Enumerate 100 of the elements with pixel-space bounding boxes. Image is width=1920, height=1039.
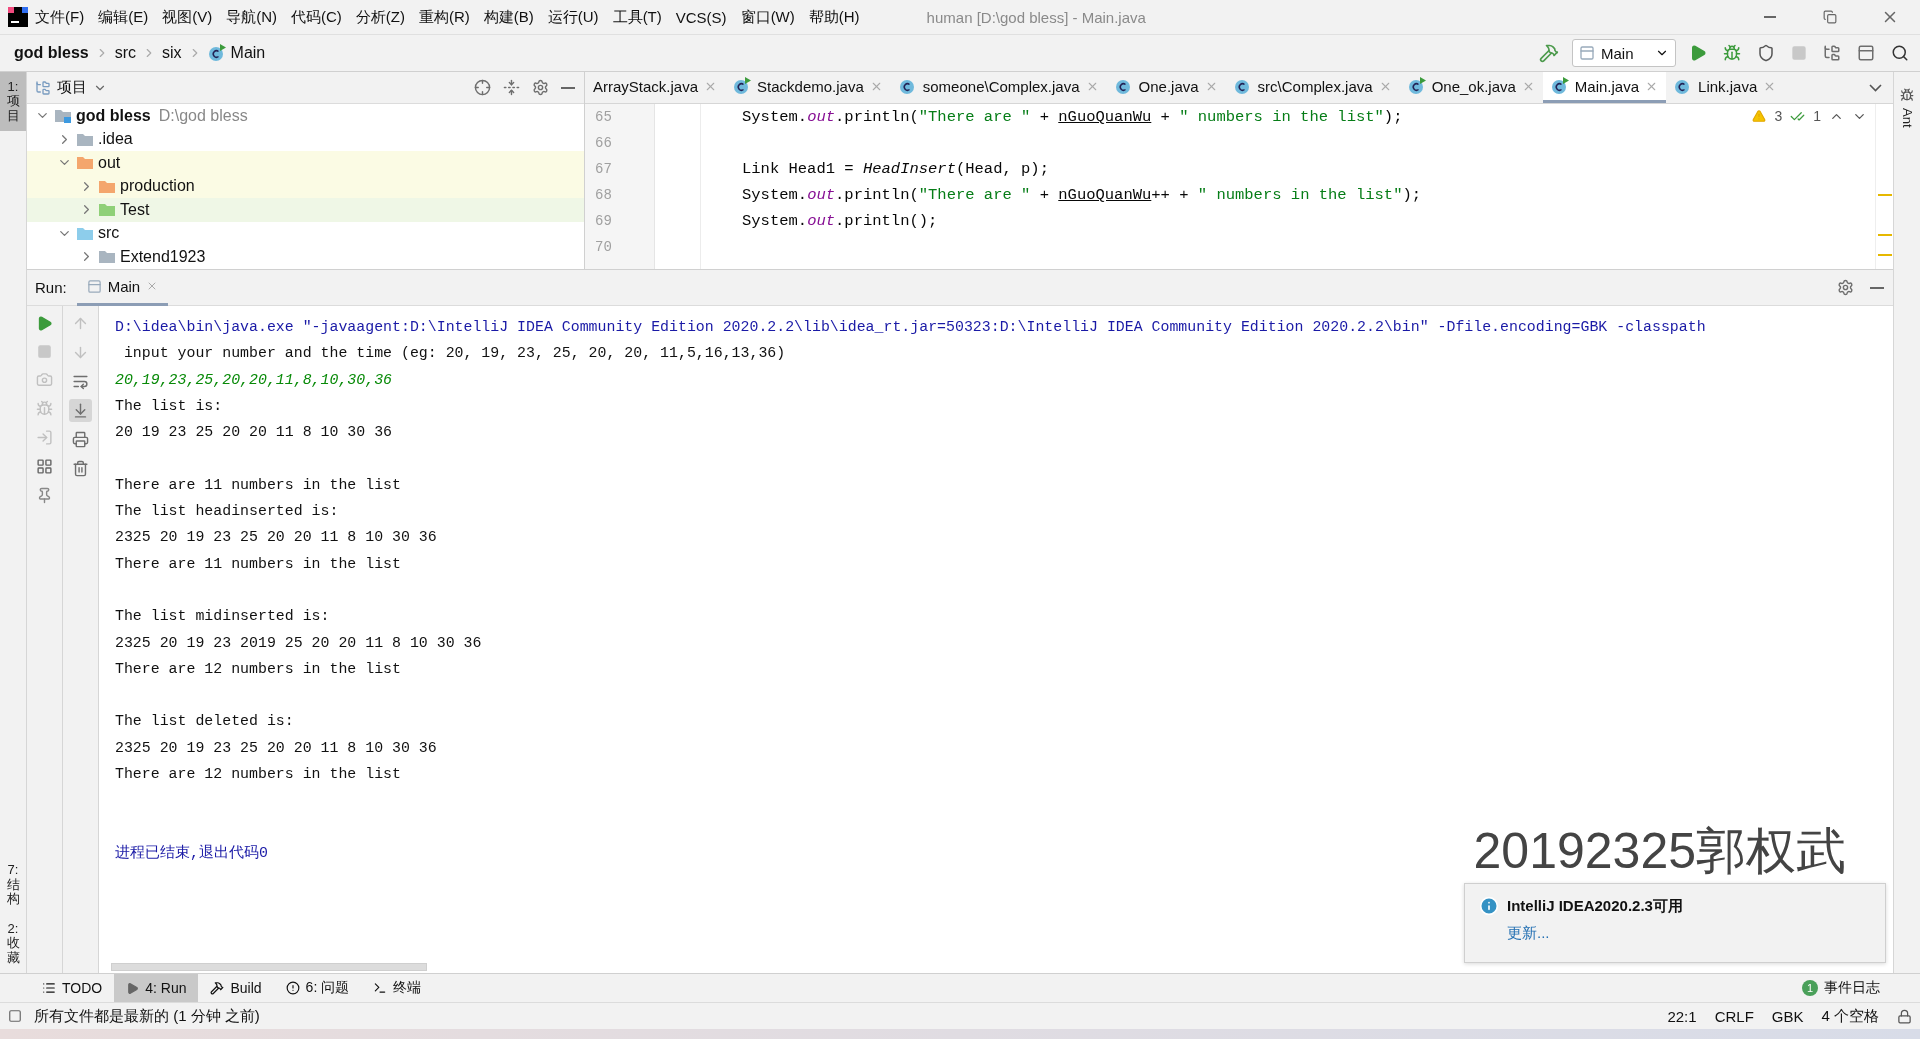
console-line: 20 19 23 25 20 20 11 8 10 30 36 [115,423,392,443]
chevron-down-icon [1869,83,1882,92]
stop-icon [1791,45,1807,61]
console-line: The list is: [115,396,223,416]
tool-window-button[interactable]: Ant [1894,80,1920,136]
minimize-icon [1870,286,1884,289]
collapse-icon [503,79,520,96]
update-link[interactable]: 更新... [1507,924,1871,943]
lock-icon[interactable] [1897,1008,1912,1024]
menu-item[interactable]: 分析(Z) [348,7,412,27]
console-line: There are 12 numbers in the list [115,765,401,785]
window-icon [1579,45,1595,61]
tool-window-button[interactable]: 1: 项目 [0,72,26,131]
class-icon [1233,77,1252,95]
menu-item[interactable]: 窗口(W) [733,7,802,27]
tool-tab[interactable]: 终端 [361,974,434,1002]
menu-item[interactable]: 导航(N) [219,7,284,27]
bug-icon [1723,44,1741,62]
editor-tab[interactable]: Link.java [1666,72,1785,103]
menu-item[interactable]: 构建(B) [476,7,541,27]
info-icon [1479,896,1499,916]
pin-icon [36,487,53,504]
tool-window-button[interactable]: 2: 收藏 [0,914,26,973]
breadcrumb-item[interactable]: src [114,44,136,62]
console-line: There are 12 numbers in the list [115,659,401,679]
tool-tab[interactable]: TODO [30,974,115,1002]
menu-item[interactable]: 文件(F) [28,7,92,27]
line-number: 67 [594,160,613,179]
console-line: D:\idea\bin\java.exe "-javaagent:D:\IntelliJ IDEA Community Edition 2020.2.2\lib\idea_rt.jar=50323:D:\IntelliJ IDEA Community Edition 2020.2.2\bin" -Dfile.encoding=GBK -classpath [115,318,1706,337]
code-line: System.out.println("There are " + nGuoQuanWu++ + " numbers in the list"); [742,185,1422,206]
editor-tab[interactable]: src\Complex.java [1225,72,1400,103]
folder-icon [54,108,72,124]
line-number: 68 [594,186,613,205]
tool-tab[interactable]: Build [198,974,274,1002]
breadcrumb-item[interactable]: Main [207,44,266,62]
tool-tab[interactable]: 6: 问题 [273,974,362,1002]
run-configuration-dropdown[interactable]: Main [1572,39,1676,67]
editor-tab[interactable]: ArrayStack.java [585,72,726,103]
tree-item[interactable]: Test [120,200,150,219]
menu-item[interactable]: 工具(T) [605,7,669,27]
panel-title: Run: [35,279,67,296]
search-icon [1891,44,1909,62]
typo-count[interactable]: 1 [1813,108,1821,124]
folder-icon [98,178,116,194]
menu-item[interactable]: 代码(C) [284,7,349,27]
console-line: 2325 20 19 23 25 20 20 11 8 10 30 36 [115,738,437,758]
editor-tab[interactable]: One.java [1106,72,1226,103]
editor-tab[interactable]: Main.java [1542,72,1667,103]
code-line: System.out.println(); [742,211,938,232]
breadcrumb-item[interactable]: six [162,44,182,62]
folder-icon [98,202,116,218]
scroll-to-end-button[interactable] [69,399,92,422]
event-log-button[interactable]: 1 事件日志 [1796,974,1920,1002]
menu-item[interactable]: 重构(R) [411,7,477,27]
tool-tab[interactable]: 4: Run [114,974,199,1002]
line-separator[interactable]: CRLF [1714,1007,1754,1025]
console-line: The list midinserted is: [115,607,330,627]
breadcrumb-item[interactable]: god bless [14,44,89,62]
code-line: Link Head1 = HeadInsert(Head, p); [742,159,1049,180]
settings-icon [1837,279,1854,296]
project-view-icon [35,79,51,96]
console-line: 2325 20 19 23 2019 25 20 20 11 8 10 30 36 [115,633,482,653]
hammer-icon [1539,43,1559,63]
tree-item[interactable]: production [120,177,195,196]
file-encoding[interactable]: GBK [1771,1007,1804,1025]
run-icon [126,981,140,995]
warning-count[interactable]: 3 [1774,108,1783,124]
tool-window-button[interactable]: 7: 结构 [0,855,26,915]
console-line: The list deleted is: [115,712,294,732]
line-number: 70 [594,238,613,257]
tree-item[interactable]: Extend1923 [120,247,206,266]
editor-tab[interactable]: One_ok.java [1399,72,1543,103]
menu-item[interactable]: 帮助(H) [801,7,867,27]
bug-icon [1900,88,1914,102]
tree-item[interactable]: src [98,224,120,243]
runnable-class-icon [1550,77,1569,95]
console-line: 20,19,23,25,20,20,11,8,10,30,36 [115,370,392,390]
menu-item[interactable]: 编辑(E) [91,7,156,27]
warning-icon [1752,109,1767,123]
folder-icon [76,225,94,241]
settings-icon [532,79,549,96]
folder-icon [98,249,116,265]
notification-title: IntelliJ IDEA2020.2.3可用 [1507,896,1683,916]
indent-setting[interactable]: 4 个空格 [1821,1006,1879,1026]
console-line: There are 11 numbers in the list [115,554,401,574]
editor-tab[interactable]: Stackdemo.java [725,72,891,103]
menu-item[interactable]: VCS(S) [668,8,734,26]
panel-title[interactable]: 项目 [57,78,87,97]
exit-icon [36,429,53,446]
menu-item[interactable]: 视图(V) [155,7,220,27]
tree-item[interactable]: .idea [98,130,133,149]
editor-tab[interactable]: someone\Complex.java [890,72,1107,103]
event-count-badge: 1 [1802,980,1818,996]
runnable-class-icon [1407,77,1426,95]
menu-item[interactable]: 运行(U) [540,7,606,27]
tree-item[interactable]: god bless [76,106,151,125]
tree-item[interactable]: out [98,153,121,172]
status-icon [8,1009,22,1023]
caret-position[interactable]: 22:1 [1667,1007,1697,1025]
wrap-icon [72,373,89,390]
